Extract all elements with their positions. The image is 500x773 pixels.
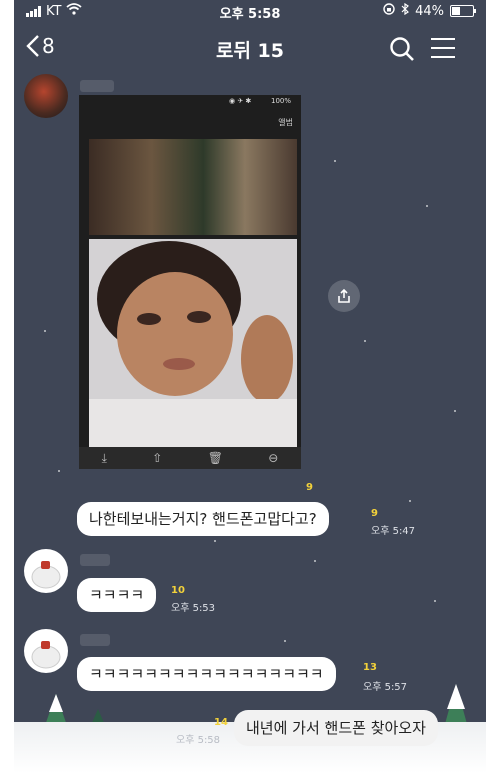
sender-name <box>80 554 110 566</box>
battery-percent: 44% <box>415 3 444 19</box>
unread-count: 9 <box>306 482 313 493</box>
battery-icon <box>450 5 476 17</box>
sender-name <box>80 80 114 92</box>
photo-battery-text: 100% <box>270 97 291 105</box>
unread-count: 14 <box>214 717 228 728</box>
more-icon[interactable]: ⊖ <box>268 451 278 465</box>
bluetooth-icon <box>401 2 410 19</box>
sender-name <box>80 634 110 646</box>
photo-message[interactable]: ◉ ✈ ✱ 100% 앨범 ⤓ ⇧ 🗑 ⊖ <box>79 95 301 469</box>
album-label: 앨범 <box>278 118 293 127</box>
search-icon <box>390 37 414 61</box>
status-bar: KT 오후 5:58 44% <box>14 0 486 22</box>
message-bubble[interactable]: ㅋㅋㅋㅋ <box>77 578 157 612</box>
message-bubble[interactable]: 나한테보내는거지? 핸드폰고맙다고? <box>77 502 329 536</box>
chat-title: 로뒤 15 <box>215 40 284 62</box>
message-time: 오후 5:53 <box>171 603 216 614</box>
photo-thumbnail <box>89 139 297 235</box>
chat-header: 8 로뒤 15 <box>14 22 486 76</box>
message-time: 오후 5:58 <box>176 735 221 746</box>
menu-button[interactable] <box>431 38 455 65</box>
unread-count: 10 <box>171 585 185 596</box>
chat-screen: KT 오후 5:58 44% 8 로뒤 15 ◉ ✈ ✱ 100% 앨범 ⤓ ⇧… <box>14 0 486 773</box>
share-icon[interactable]: ⇧ <box>152 451 162 465</box>
hamburger-icon <box>431 38 455 58</box>
search-button[interactable] <box>389 36 415 66</box>
share-button[interactable] <box>328 280 360 312</box>
photo-status-bar: ◉ ✈ ✱ 100% <box>229 97 291 105</box>
delete-icon[interactable]: 🗑 <box>208 451 223 465</box>
avatar[interactable] <box>24 74 68 118</box>
unread-count: 9 <box>371 508 378 519</box>
message-time: 오후 5:47 <box>371 526 416 537</box>
download-icon[interactable]: ⤓ <box>102 451 107 466</box>
share-out-icon <box>338 288 350 303</box>
photo-toolbar: ⤓ ⇧ 🗑 ⊖ <box>79 447 301 469</box>
avatar[interactable] <box>24 549 68 593</box>
message-bubble[interactable]: 내년에 가서 핸드폰 찾아오자 <box>234 710 438 746</box>
lock-rotation-icon <box>383 3 395 19</box>
photo-image <box>89 239 297 449</box>
